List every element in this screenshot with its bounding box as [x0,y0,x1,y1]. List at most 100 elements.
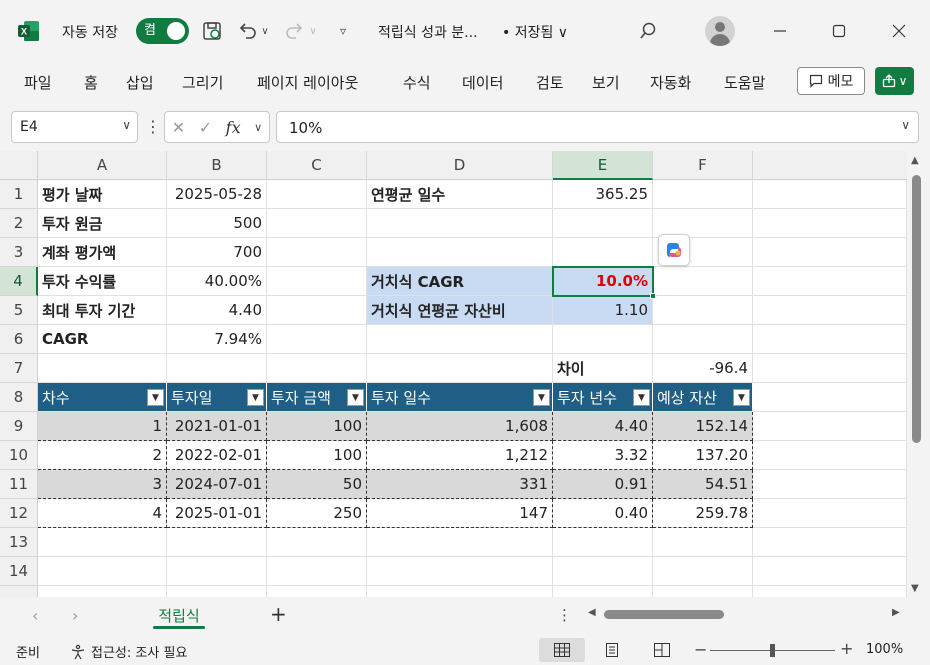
empty-cell[interactable] [753,180,907,209]
autosave-toggle[interactable]: 켬 [136,18,189,44]
scroll-right-icon[interactable]: ▶ [892,607,900,618]
cell-b2[interactable]: 500 [167,209,267,238]
table-cell[interactable]: 2 [38,441,167,470]
cell-b4[interactable]: 40.00% [167,267,267,296]
empty-cell[interactable] [367,354,553,383]
tab-formulas[interactable]: 수식 [403,72,431,93]
prev-sheet-icon[interactable]: ‹ [32,606,38,625]
row-header-9[interactable]: 9 [0,412,38,441]
tab-view[interactable]: 보기 [592,72,620,93]
next-sheet-icon[interactable]: › [72,606,78,625]
empty-cell[interactable] [553,557,653,586]
column-header-e[interactable]: E [553,151,653,180]
filter-dropdown-icon[interactable]: ▼ [347,389,364,406]
empty-cell[interactable] [38,557,167,586]
table-header-cell[interactable]: 투자 일수 [367,383,553,412]
row-header-10[interactable]: 10 [0,441,38,470]
scroll-down-icon[interactable]: ▼ [911,583,919,594]
minimize-icon[interactable] [765,16,795,46]
table-cell[interactable]: 1,212 [367,441,553,470]
save-status[interactable]: • 저장됨 ∨ [502,22,568,42]
row-header-11[interactable]: 11 [0,470,38,499]
fill-handle[interactable] [650,293,656,299]
empty-cell[interactable] [753,441,907,470]
column-header-c[interactable]: C [267,151,367,180]
cell-e1[interactable]: 365.25 [553,180,653,209]
maximize-icon[interactable] [824,16,854,46]
row-header-14[interactable]: 14 [0,557,38,586]
empty-cell[interactable] [553,586,653,597]
row-header-6[interactable]: 6 [0,325,38,354]
empty-cell[interactable] [653,296,753,325]
empty-cell[interactable] [653,325,753,354]
table-cell[interactable]: 2021-01-01 [167,412,267,441]
empty-cell[interactable] [367,209,553,238]
table-cell[interactable]: 0.91 [553,470,653,499]
table-cell[interactable]: 100 [267,412,367,441]
save-icon[interactable] [200,19,224,43]
empty-cell[interactable] [267,325,367,354]
tab-automate[interactable]: 자동화 [650,72,691,93]
table-cell[interactable]: 3.32 [553,441,653,470]
tab-file[interactable]: 파일 [24,72,52,93]
empty-cell[interactable] [753,296,907,325]
empty-cell[interactable] [167,354,267,383]
table-cell[interactable]: 152.14 [653,412,753,441]
empty-cell[interactable] [38,354,167,383]
table-cell[interactable]: 4.40 [553,412,653,441]
more-options-icon[interactable]: ⋮ [557,606,572,624]
accessibility-status[interactable]: 접근성: 조사 필요 [70,642,187,661]
empty-cell[interactable] [38,586,167,597]
tab-help[interactable]: 도움말 [724,72,765,93]
empty-cell[interactable] [267,267,367,296]
empty-cell[interactable] [653,586,753,597]
row-header-2[interactable]: 2 [0,209,38,238]
cell-d1[interactable]: 연평균 일수 [367,180,553,209]
zoom-level[interactable]: 100% [866,642,903,657]
copilot-button[interactable] [658,234,690,266]
empty-cell[interactable] [267,557,367,586]
more-options-icon[interactable]: ⋮ [145,117,161,136]
page-layout-view-button[interactable] [589,638,635,662]
table-cell[interactable]: 3 [38,470,167,499]
cell-a6[interactable]: CAGR [38,325,167,354]
empty-cell[interactable] [367,586,553,597]
empty-cell[interactable] [553,325,653,354]
tab-insert[interactable]: 삽입 [126,72,154,93]
horizontal-scrollbar[interactable]: ◀ ▶ [586,607,906,622]
redo-icon[interactable] [283,19,307,43]
row-header-8[interactable]: 8 [0,383,38,412]
empty-cell[interactable] [553,528,653,557]
tab-home[interactable]: 홈 [84,72,98,93]
empty-cell[interactable] [753,383,907,412]
table-cell[interactable]: 2024-07-01 [167,470,267,499]
row-header-1[interactable]: 1 [0,180,38,209]
vertical-scrollbar[interactable]: ▲ ▼ [907,151,930,597]
user-avatar[interactable] [705,16,735,46]
document-title[interactable]: 적립식 성과 분... [378,22,478,42]
empty-cell[interactable] [167,528,267,557]
table-cell[interactable]: 331 [367,470,553,499]
name-box[interactable]: E4 ∨ [11,111,138,143]
cell-a5[interactable]: 최대 투자 기간 [38,296,167,325]
column-header-b[interactable]: B [167,151,267,180]
empty-cell[interactable] [753,528,907,557]
empty-cell[interactable] [167,557,267,586]
cell-e7[interactable]: 차이 [553,354,653,383]
empty-cell[interactable] [753,557,907,586]
row-header-15[interactable] [0,586,38,597]
column-header-a[interactable]: A [38,151,167,180]
cell-a3[interactable]: 계좌 평가액 [38,238,167,267]
empty-cell[interactable] [753,267,907,296]
empty-cell[interactable] [38,528,167,557]
filter-dropdown-icon[interactable]: ▼ [533,389,550,406]
empty-cell[interactable] [367,325,553,354]
empty-cell[interactable] [753,325,907,354]
cell-f7[interactable]: -96.4 [653,354,753,383]
page-break-view-button[interactable] [639,638,685,662]
empty-cell[interactable] [553,209,653,238]
zoom-out-icon[interactable]: − [694,640,707,659]
column-header-d[interactable]: D [367,151,553,180]
table-cell[interactable]: 4 [38,499,167,528]
row-header-3[interactable]: 3 [0,238,38,267]
